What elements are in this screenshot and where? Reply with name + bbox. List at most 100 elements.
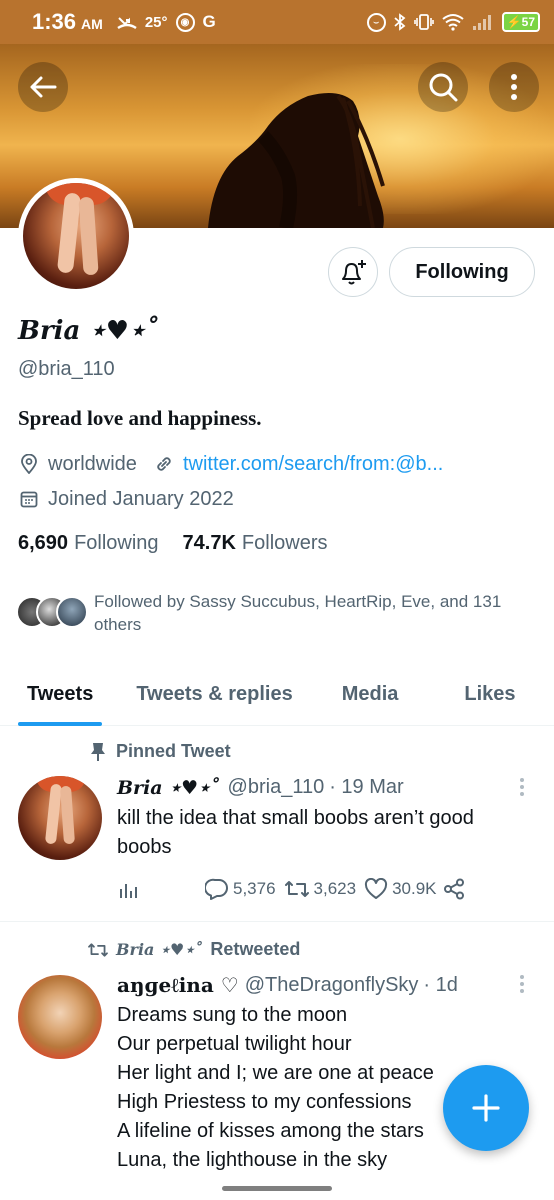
tweet-header: aŋɡeℓina ♡ @TheDragonflySky · 1d (117, 973, 458, 998)
missed-call-icon (117, 17, 137, 30)
tweet-item[interactable]: Bria ⋆♥⋆˚ Retweeted aŋɡeℓina ♡ @TheDrago… (0, 922, 554, 1192)
tweet-line: Luna, the lighthouse in the sky (117, 1149, 388, 1171)
tweet-line: Our perpetual twilight hour (117, 1033, 352, 1055)
following-count: 6,690 (18, 532, 69, 554)
followed-by-row[interactable]: Followed by Sassy Succubus, HeartRip, Ev… (16, 590, 544, 636)
signal-icon (472, 15, 491, 30)
profile-location: worldwide (48, 452, 137, 475)
followers-count-link[interactable]: 74.7K Followers (183, 532, 328, 555)
search-icon (429, 73, 458, 102)
search-button[interactable] (418, 62, 468, 112)
tweet-item[interactable]: Pinned Tweet Bria ⋆♥⋆˚ @bria_110 · 19 Ma… (0, 727, 554, 921)
tweet-line: Dreams sung to the moon (117, 1004, 348, 1026)
tab-label: Media (341, 682, 399, 705)
more-options-button[interactable] (489, 62, 539, 112)
share-button[interactable] (443, 878, 465, 900)
tweet-date[interactable]: · 19 Mar (329, 776, 403, 799)
plus-icon (472, 1094, 500, 1122)
tab-likes[interactable]: Likes (464, 662, 515, 726)
profile-joined-row: Joined January 2022 (18, 486, 234, 512)
reply-icon (205, 878, 228, 900)
bell-plus-icon (342, 260, 366, 285)
tweet-author-name[interactable]: aŋɡeℓina ♡ (117, 973, 239, 998)
profile-tabs: Tweets Tweets & replies Media Likes (0, 662, 554, 726)
notifications-button[interactable] (328, 247, 378, 297)
heart-icon (365, 878, 388, 899)
reply-button[interactable]: 5,376 (205, 878, 276, 900)
tweet-avatar[interactable] (18, 975, 102, 1059)
active-tab-indicator (18, 722, 103, 726)
tweet-more-button[interactable] (510, 775, 534, 799)
battery-icon: ⚡ 57 (501, 12, 540, 32)
arrow-left-icon (30, 76, 57, 98)
profile-meta-row: worldwide twitter.com/search/from:@b... (18, 451, 443, 477)
tweet-actions: 5,376 3,623 30.9K (117, 874, 497, 904)
mutual-avatars (16, 590, 90, 630)
tweet-date[interactable]: · 1d (423, 974, 457, 997)
vpn-icon: ⌣ (366, 12, 386, 32)
tab-label: Likes (464, 682, 516, 705)
tweet-author-name[interactable]: Bria ⋆♥⋆˚ (117, 777, 220, 799)
retweet-button[interactable]: 3,623 (284, 878, 357, 900)
media-icon: ◉ (175, 12, 195, 32)
tweet-author-handle[interactable]: @bria_110 (228, 776, 325, 799)
status-ampm: AM (81, 16, 103, 32)
tweet-text: kill the idea that small boobs aren’t go… (117, 807, 474, 858)
tab-label: Tweets (27, 682, 94, 705)
tweet-context: Bria ⋆♥⋆˚ Retweeted (80, 939, 300, 960)
tweet-avatar[interactable] (18, 776, 102, 860)
retweet-icon (284, 881, 309, 897)
following-button[interactable]: Following (389, 247, 535, 297)
tweet-author-handle[interactable]: @TheDragonflySky (245, 974, 419, 997)
retweeter-name[interactable]: Bria ⋆♥⋆˚ (116, 940, 202, 959)
like-button[interactable]: 30.9K (364, 878, 437, 900)
follow-counts: 6,690 Following 74.7K Followers (18, 532, 328, 555)
retweeted-label: Retweeted (210, 939, 301, 959)
more-vertical-icon (520, 975, 524, 993)
tweet-context: Pinned Tweet (80, 741, 231, 762)
profile-avatar[interactable] (18, 178, 134, 294)
reply-count: 5,376 (233, 879, 276, 898)
banner-silhouette (208, 92, 385, 228)
tab-tweets[interactable]: Tweets (18, 662, 103, 726)
location-icon (18, 453, 40, 475)
tab-label: Tweets & replies (136, 682, 293, 705)
tab-tweets-replies[interactable]: Tweets & replies (136, 662, 292, 726)
tweet-header: Bria ⋆♥⋆˚ @bria_110 · 19 Mar (117, 776, 404, 799)
mutual-avatar (56, 596, 88, 628)
retweet-count: 3,623 (313, 879, 357, 898)
more-vertical-icon (520, 778, 524, 796)
profile-handle: @bria_110 (18, 358, 115, 380)
compose-tweet-button[interactable] (443, 1065, 529, 1151)
status-bar: 1:36 AM 25° ◉ G ⌣ ⚡ 57 (0, 0, 554, 44)
status-temperature: 25° (144, 13, 168, 31)
analytics-icon (120, 884, 137, 898)
bluetooth-icon (394, 13, 406, 31)
profile-bio: Spread love and happiness. (18, 406, 262, 430)
google-icon: G (202, 12, 216, 31)
analytics-button[interactable] (117, 878, 205, 900)
profile-joined: Joined January 2022 (48, 487, 234, 510)
tab-media[interactable]: Media (342, 662, 399, 726)
followers-count: 74.7K (182, 532, 236, 554)
followers-label: Followers (241, 532, 328, 554)
tweet-more-button[interactable] (510, 972, 534, 996)
wifi-icon (442, 14, 464, 31)
status-time: 1:36 (32, 9, 77, 34)
profile-display-name: Bria ⋆♥⋆˚ (18, 316, 159, 346)
link-icon (153, 453, 175, 475)
profile-website-link[interactable]: twitter.com/search/from:@b... (183, 453, 443, 476)
vibrate-icon (413, 14, 434, 30)
calendar-icon (18, 488, 40, 510)
followed-by-text: Followed by Sassy Succubus, HeartRip, Ev… (94, 592, 502, 634)
pinned-label: Pinned Tweet (116, 741, 231, 761)
pin-icon (80, 742, 116, 762)
battery-level: 57 (521, 15, 535, 29)
more-vertical-icon (511, 74, 517, 100)
following-count-link[interactable]: 6,690 Following (18, 532, 159, 555)
share-icon (443, 878, 464, 900)
like-count: 30.9K (392, 879, 437, 898)
gesture-home-bar[interactable] (222, 1186, 332, 1191)
retweet-icon (80, 941, 116, 959)
back-button[interactable] (18, 62, 68, 112)
